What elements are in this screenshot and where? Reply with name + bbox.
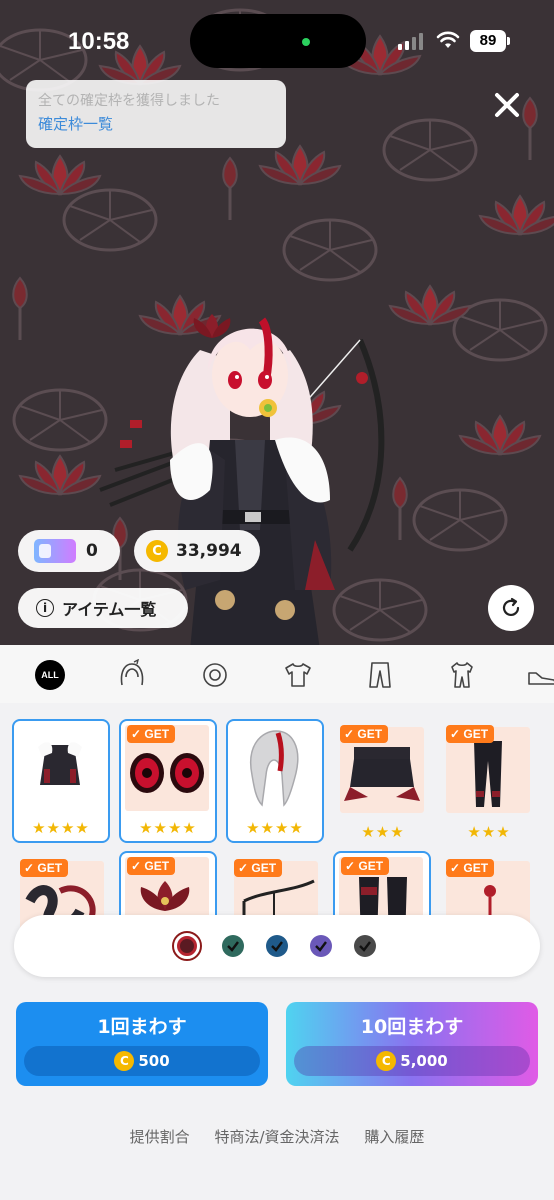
coin-icon: C bbox=[146, 540, 168, 562]
legal-notice-link[interactable]: 特商法/資金決済法 bbox=[214, 1128, 339, 1146]
item-thumbnail bbox=[18, 725, 102, 811]
gacha-spin-area: 1回まわす C 500 10回まわす C 5,000 提供割合 特商法/資金決済… bbox=[0, 990, 554, 1200]
get-badge: ✓ GET bbox=[127, 725, 176, 743]
color-variant-selector bbox=[14, 915, 540, 977]
shoe-icon bbox=[528, 672, 554, 685]
color-swatch-gray[interactable] bbox=[354, 935, 376, 957]
camera-indicator-icon bbox=[302, 38, 310, 46]
item-card-eyes[interactable]: ✓ GET ★★★★ bbox=[119, 719, 217, 843]
get-label: GET bbox=[144, 727, 170, 741]
pants-icon bbox=[369, 662, 391, 688]
get-badge: ✓ GET bbox=[446, 725, 495, 743]
tab-face[interactable] bbox=[197, 657, 233, 693]
ticket-balance: 0 bbox=[18, 530, 120, 572]
color-swatch-green[interactable] bbox=[222, 935, 244, 957]
rarity-stars: ★★★★ bbox=[246, 819, 304, 837]
rarity-stars: ★★★★ bbox=[139, 819, 197, 837]
spin-once-cost: 500 bbox=[138, 1052, 170, 1070]
color-swatch-blue[interactable] bbox=[266, 935, 288, 957]
tab-bottoms[interactable] bbox=[362, 657, 398, 693]
coin-icon: C bbox=[376, 1051, 397, 1071]
get-badge: ✓ GET bbox=[127, 857, 176, 875]
check-icon bbox=[315, 941, 327, 952]
get-label: GET bbox=[358, 859, 384, 873]
spin-ten-label: 10回まわす bbox=[360, 1016, 464, 1038]
item-card-leggings[interactable]: ✓ GET ★★★ bbox=[440, 721, 538, 845]
outfit-icon bbox=[451, 662, 473, 688]
coin-balance: C 33,994 bbox=[134, 530, 260, 572]
battery-indicator: 89 bbox=[470, 30, 510, 52]
spin-ten-cost: 5,000 bbox=[400, 1052, 448, 1070]
rarity-stars: ★★★ bbox=[361, 823, 405, 841]
close-icon[interactable] bbox=[490, 88, 524, 122]
cellular-signal-icon bbox=[398, 33, 423, 50]
get-label: GET bbox=[463, 861, 489, 875]
status-bar: 10:58 89 bbox=[0, 0, 554, 80]
tab-hair[interactable] bbox=[114, 657, 150, 693]
item-list-label: アイテム一覧 bbox=[62, 600, 157, 619]
purchase-history-link[interactable]: 購入履歴 bbox=[364, 1128, 424, 1146]
tab-tops[interactable] bbox=[280, 657, 316, 693]
check-icon bbox=[359, 941, 371, 952]
footer-links: 提供割合 特商法/資金決済法 購入履歴 bbox=[0, 1126, 554, 1147]
item-card-hair[interactable]: ★★★★ bbox=[226, 719, 324, 843]
character-stage: 10:58 89 全ての確定枠を獲得しました 確定枠一覧 0 C 33,994 … bbox=[0, 0, 554, 645]
rarity-stars: ★★★★ bbox=[32, 819, 90, 837]
item-card-jacket[interactable]: ★★★★ bbox=[12, 719, 110, 843]
item-thumbnail bbox=[232, 725, 316, 811]
color-swatch-selected[interactable] bbox=[172, 931, 202, 961]
tab-onepiece[interactable] bbox=[444, 657, 480, 693]
coin-icon: C bbox=[114, 1051, 135, 1071]
hair-icon bbox=[120, 659, 144, 686]
get-label: GET bbox=[144, 859, 170, 873]
get-badge: ✓ GET bbox=[340, 725, 389, 743]
refresh-icon bbox=[502, 597, 520, 617]
clock: 10:58 bbox=[68, 28, 130, 55]
rarity-stars: ★★★ bbox=[467, 823, 511, 841]
spin-once-price: C 500 bbox=[24, 1046, 260, 1076]
tab-shoes[interactable] bbox=[524, 657, 554, 693]
item-card-skirt[interactable]: ✓ GET ★★★ bbox=[334, 721, 432, 845]
check-icon bbox=[271, 941, 283, 952]
rotate-button[interactable] bbox=[488, 585, 534, 631]
check-icon bbox=[227, 941, 239, 952]
ticket-icon bbox=[34, 539, 76, 563]
info-icon: i bbox=[36, 599, 54, 617]
get-label: GET bbox=[251, 861, 277, 875]
get-label: GET bbox=[463, 727, 489, 741]
get-label: GET bbox=[37, 861, 63, 875]
spin-once-button[interactable]: 1回まわす C 500 bbox=[16, 1002, 268, 1086]
item-list-button[interactable]: i アイテム一覧 bbox=[18, 588, 188, 628]
wifi-icon bbox=[436, 31, 460, 48]
shirt-icon bbox=[285, 663, 311, 687]
color-swatch-purple[interactable] bbox=[310, 935, 332, 957]
coin-count: 33,994 bbox=[176, 541, 242, 561]
tab-all[interactable]: ALL bbox=[32, 657, 68, 693]
spin-ten-button[interactable]: 10回まわす C 5,000 bbox=[286, 1002, 538, 1086]
spin-ten-price: C 5,000 bbox=[294, 1046, 530, 1076]
ticket-count: 0 bbox=[86, 541, 98, 561]
category-tabs: ALL bbox=[0, 645, 554, 703]
spin-once-label: 1回まわす bbox=[97, 1016, 187, 1038]
guaranteed-slot-notice: 全ての確定枠を獲得しました 確定枠一覧 bbox=[26, 80, 286, 148]
get-badge: ✓ GET bbox=[341, 857, 390, 875]
get-badge: ✓ GET bbox=[20, 859, 69, 877]
guaranteed-slot-list-link[interactable]: 確定枠一覧 bbox=[38, 112, 274, 136]
dynamic-island bbox=[190, 14, 366, 68]
get-label: GET bbox=[357, 727, 383, 741]
drop-rate-link[interactable]: 提供割合 bbox=[130, 1128, 190, 1146]
get-badge: ✓ GET bbox=[234, 859, 283, 877]
notice-text: 全ての確定枠を獲得しました bbox=[38, 93, 220, 109]
face-accessory-icon bbox=[203, 663, 227, 687]
all-label: ALL bbox=[35, 660, 65, 690]
get-badge: ✓ GET bbox=[446, 859, 495, 877]
